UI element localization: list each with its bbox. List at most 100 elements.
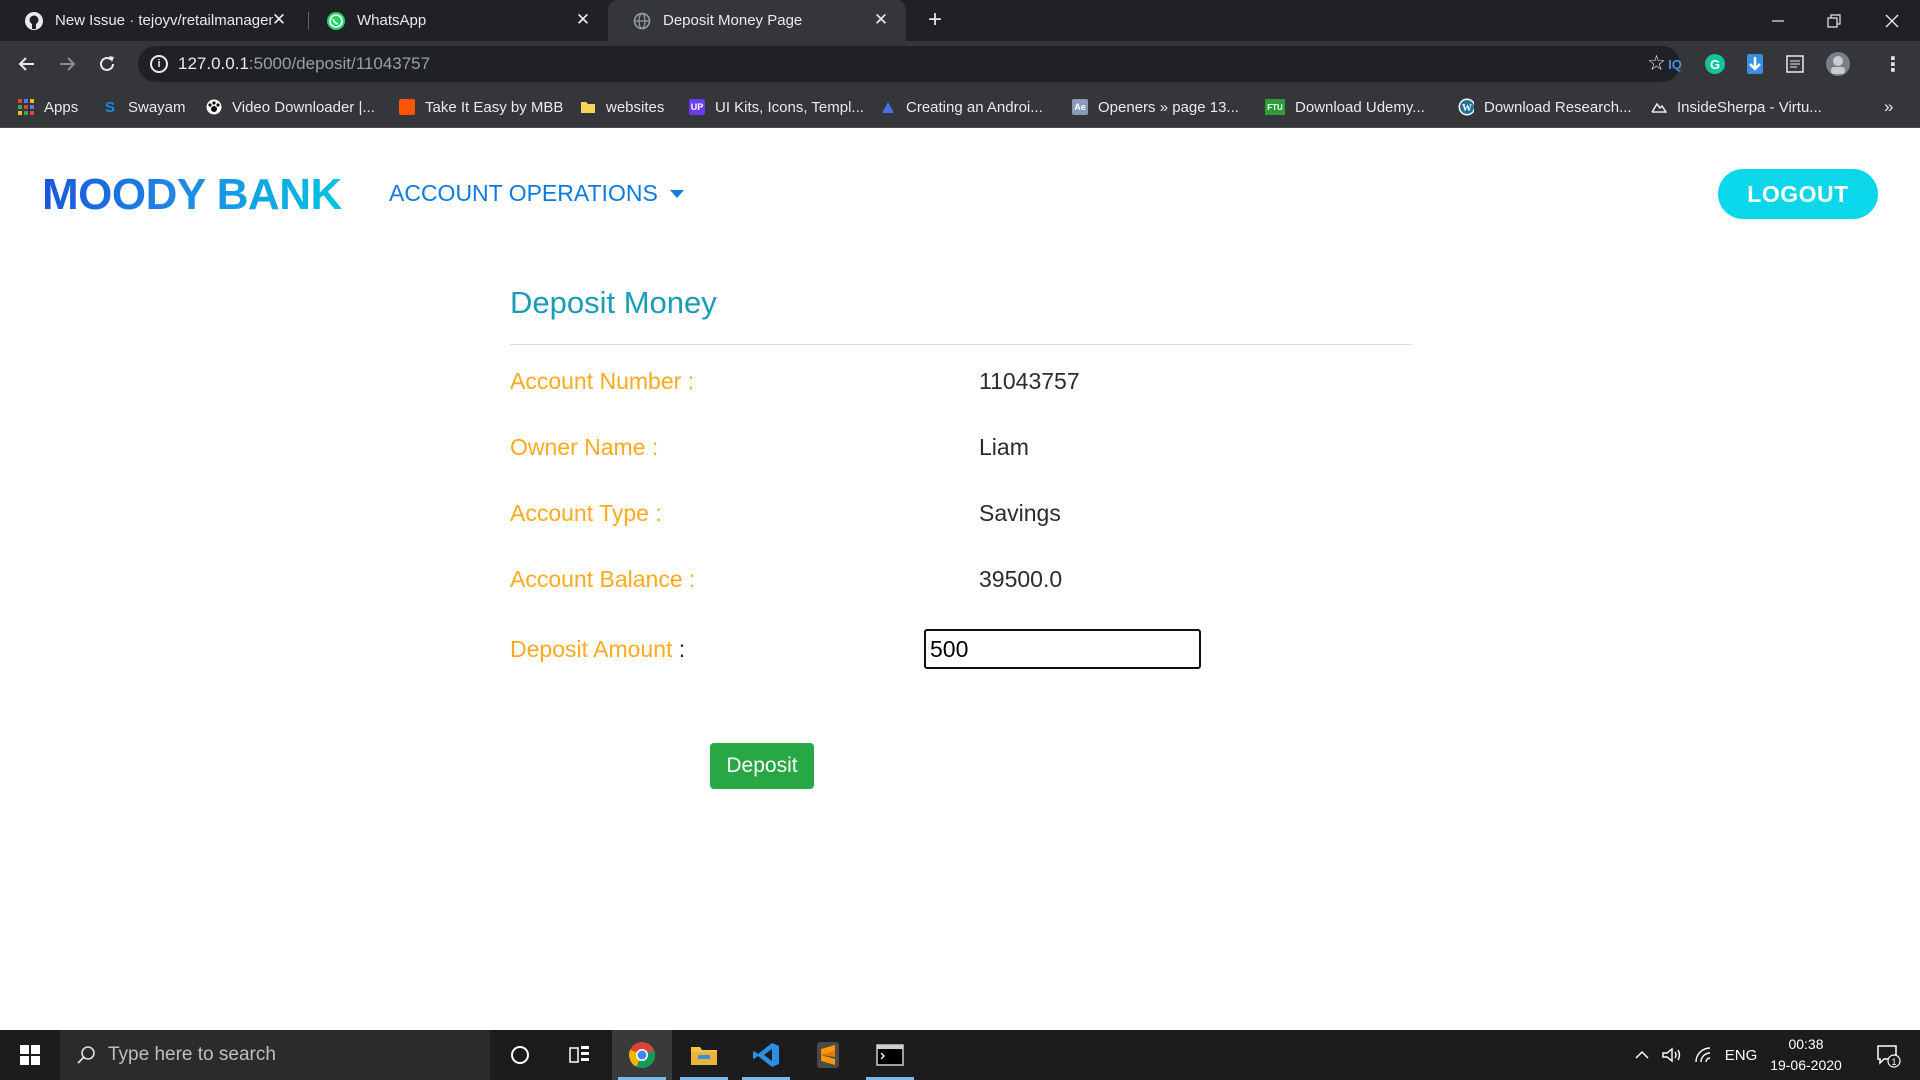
svg-text:1: 1 [1891, 1057, 1896, 1067]
account-balance-label: Account Balance : [510, 566, 696, 592]
chrome-taskbar-icon[interactable] [612, 1030, 672, 1080]
uplabs-icon: UP [689, 99, 705, 115]
wifi-icon[interactable] [1690, 1030, 1718, 1080]
language-indicator[interactable]: ENG [1722, 1030, 1760, 1080]
grammarly-icon[interactable]: G [1702, 51, 1728, 77]
whatsapp-icon [326, 11, 346, 31]
tab-title: New Issue · tejoyv/retailmanagem [55, 12, 273, 29]
account-balance-value: 39500.0 [979, 566, 1063, 592]
swayam-icon: S [104, 98, 115, 116]
deposit-amount-label-text: Deposit Amount [510, 636, 673, 662]
bookmark-download-research[interactable]: W Download Research... [1458, 87, 1632, 127]
minimize-icon[interactable] [1750, 0, 1806, 41]
volume-icon[interactable] [1658, 1030, 1686, 1080]
taskbar-search-box[interactable]: Type here to search [60, 1030, 490, 1080]
apps-grid-icon [18, 99, 34, 115]
browser-menu-icon[interactable]: ⋮ [1880, 51, 1906, 77]
tab-title: Deposit Money Page [663, 12, 803, 29]
browser-tab-strip: New Issue · tejoyv/retailmanagem ✕ Whats… [0, 0, 1920, 41]
reload-icon[interactable] [92, 49, 122, 79]
bookmark-video-downloader[interactable]: Video Downloader |... [206, 87, 375, 127]
divider [510, 344, 1412, 345]
bookmark-creating-android[interactable]: Creating an Androi... [880, 87, 1043, 127]
caret-down-icon [669, 189, 684, 198]
back-arrow-icon[interactable] [12, 49, 42, 79]
sublime-text-icon[interactable] [798, 1030, 858, 1080]
clock-date: 19-06-2020 [1770, 1057, 1842, 1073]
wordpress-icon: W [1458, 98, 1474, 116]
account-operations-dropdown[interactable]: ACCOUNT OPERATIONS [389, 180, 684, 207]
bookmark-label: InsideSherpa - Virtu... [1677, 98, 1822, 116]
deposit-amount-colon: : [678, 636, 686, 662]
deposit-page: MOODY BANK ACCOUNT OPERATIONS LOGOUT Dep… [0, 128, 1920, 1030]
download-extension-icon[interactable] [1742, 51, 1768, 77]
page-title: Deposit Money [510, 285, 717, 320]
restore-icon[interactable] [1806, 0, 1862, 41]
bookmark-label: websites [606, 98, 665, 116]
paw-icon [206, 99, 222, 115]
soundcloud-icon [399, 99, 415, 115]
task-view-icon[interactable] [550, 1030, 610, 1080]
brand-logo[interactable]: MOODY BANK [42, 170, 342, 220]
bookmark-openers[interactable]: Ae Openers » page 13... [1072, 87, 1239, 127]
dropdown-label: ACCOUNT OPERATIONS [389, 180, 658, 206]
bookmark-insidesherpa[interactable]: InsideSherpa - Virtu... [1651, 87, 1822, 127]
bookmark-label: Swayam [128, 98, 186, 116]
bookmark-ui-kits[interactable]: UP UI Kits, Icons, Templ... [689, 87, 864, 127]
search-placeholder: Type here to search [108, 1044, 276, 1065]
taskbar-clock[interactable]: 00:38 19-06-2020 [1764, 1034, 1848, 1076]
close-window-icon[interactable] [1864, 0, 1920, 41]
show-hidden-icons-chevron-icon[interactable] [1630, 1030, 1654, 1080]
bookmark-download-udemy[interactable]: FTU Download Udemy... [1265, 87, 1425, 127]
account-type-value: Savings [979, 500, 1061, 526]
bookmark-take-it-easy[interactable]: Take It Easy by MBB [399, 87, 563, 127]
notification-center-icon[interactable]: 1 [1866, 1030, 1910, 1080]
account-number-value: 11043757 [979, 368, 1080, 394]
svg-text:W: W [1462, 103, 1472, 114]
bookmarks-overflow-icon[interactable]: » [1884, 87, 1893, 127]
tab-deposit-money-page[interactable]: Deposit Money Page ✕ [608, 0, 906, 41]
reader-mode-icon[interactable] [1782, 51, 1808, 77]
terminal-icon[interactable] [860, 1030, 920, 1080]
address-bar[interactable]: i 127.0.0.1:5000/deposit/11043757 ☆ [138, 46, 1680, 82]
owner-name-label: Owner Name : [510, 434, 659, 460]
deposit-amount-input[interactable] [924, 629, 1201, 669]
deposit-amount-label: Deposit Amount : [510, 636, 685, 663]
new-tab-icon[interactable]: + [923, 8, 947, 32]
cortana-icon[interactable] [490, 1030, 550, 1080]
bookmark-swayam[interactable]: S Swayam [102, 87, 186, 127]
bookmark-label: UI Kits, Icons, Templ... [715, 98, 864, 116]
site-info-icon[interactable]: i [150, 55, 168, 73]
logout-button[interactable]: LOGOUT [1718, 169, 1878, 219]
file-explorer-icon[interactable] [674, 1030, 734, 1080]
close-tab-icon[interactable]: ✕ [268, 9, 290, 31]
tab-github-new-issue[interactable]: New Issue · tejoyv/retailmanagem ✕ [0, 0, 304, 41]
iq-extension-icon[interactable]: IQ [1662, 51, 1688, 77]
folder-icon [580, 99, 596, 115]
bookmark-label: Video Downloader |... [232, 98, 375, 116]
bookmark-label: Download Udemy... [1295, 98, 1425, 116]
forward-arrow-icon[interactable] [52, 49, 82, 79]
ftu-icon: FTU [1265, 99, 1285, 115]
url-text: 127.0.0.1:5000/deposit/11043757 [178, 54, 431, 73]
tab-whatsapp[interactable]: WhatsApp ✕ [312, 0, 608, 41]
bookmark-label: Openers » page 13... [1098, 98, 1239, 116]
bookmark-label: Take It Easy by MBB [425, 98, 564, 116]
openers-icon: Ae [1072, 99, 1088, 115]
globe-icon [632, 11, 652, 31]
android-blog-icon [880, 99, 896, 115]
close-tab-icon[interactable]: ✕ [870, 9, 892, 31]
profile-avatar[interactable] [1825, 51, 1851, 77]
close-tab-icon[interactable]: ✕ [572, 9, 594, 31]
mountain-icon [1651, 99, 1667, 115]
deposit-button[interactable]: Deposit [710, 743, 814, 789]
bookmark-apps[interactable]: Apps [18, 87, 78, 127]
windows-start-icon[interactable] [0, 1030, 60, 1080]
bookmark-label: Download Research... [1484, 98, 1632, 116]
account-number-label: Account Number : [510, 368, 695, 394]
windows-taskbar: Type here to search ENG 00:38 19-06-2020… [0, 1030, 1920, 1080]
search-icon [76, 1045, 96, 1065]
svg-text:G: G [1710, 57, 1720, 72]
vscode-icon[interactable] [736, 1030, 796, 1080]
bookmark-websites[interactable]: websites [580, 87, 664, 127]
